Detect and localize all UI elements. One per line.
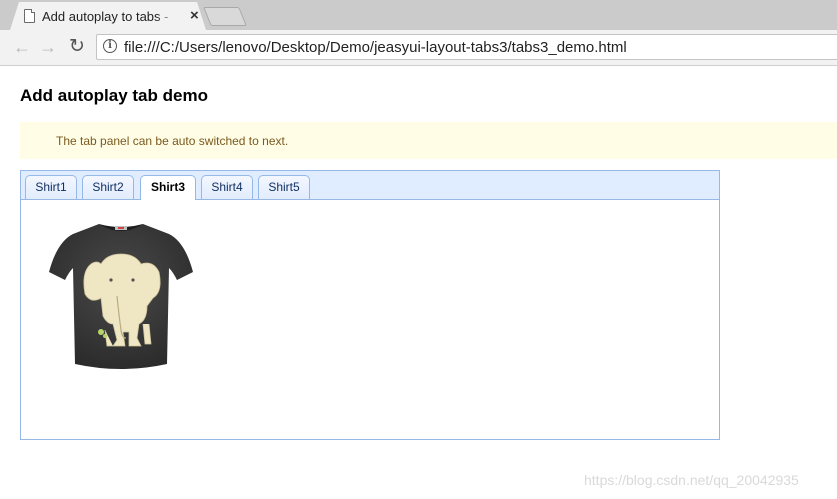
watermark: https://blog.csdn.net/qq_20042935 [584, 472, 799, 488]
page-icon [24, 9, 35, 23]
close-tab-icon[interactable]: × [190, 7, 199, 25]
info-text: The tab panel can be auto switched to ne… [56, 134, 289, 148]
browser-tabstrip: Add autoplay to tabs - × [0, 0, 837, 30]
info-icon[interactable]: i [103, 39, 117, 53]
tab-shirt4[interactable]: Shirt4 [201, 175, 253, 199]
url-text[interactable]: file:///C:/Users/lenovo/Desktop/Demo/jea… [124, 39, 627, 56]
tab-shirt2[interactable]: Shirt2 [82, 175, 134, 199]
tab-panel [21, 200, 719, 439]
tabs-header: Shirt1 Shirt2 Shirt3 Shirt4 Shirt5 [21, 171, 719, 200]
browser-tab[interactable]: Add autoplay to tabs - × [10, 2, 206, 30]
tab-shirt1[interactable]: Shirt1 [25, 175, 77, 199]
info-box: The tab panel can be auto switched to ne… [20, 122, 837, 159]
reload-icon[interactable]: ↻ [66, 36, 88, 58]
page-title: Add autoplay tab demo [20, 86, 208, 105]
tab-shirt3[interactable]: Shirt3 [140, 175, 196, 200]
back-arrow-icon[interactable]: ← [11, 36, 33, 58]
browser-tab-title: Add autoplay to tabs - [42, 9, 169, 24]
new-tab-button[interactable] [203, 7, 247, 26]
browser-toolbar: ← → ↻ i file:///C:/Users/lenovo/Desktop/… [0, 30, 837, 66]
tabs-widget: Shirt1 Shirt2 Shirt3 Shirt4 Shirt5 [20, 170, 720, 440]
address-bar[interactable]: i file:///C:/Users/lenovo/Desktop/Demo/j… [96, 34, 837, 60]
tab-shirt5[interactable]: Shirt5 [258, 175, 310, 199]
forward-arrow-icon[interactable]: → [37, 36, 59, 58]
shirt-image [49, 224, 193, 369]
